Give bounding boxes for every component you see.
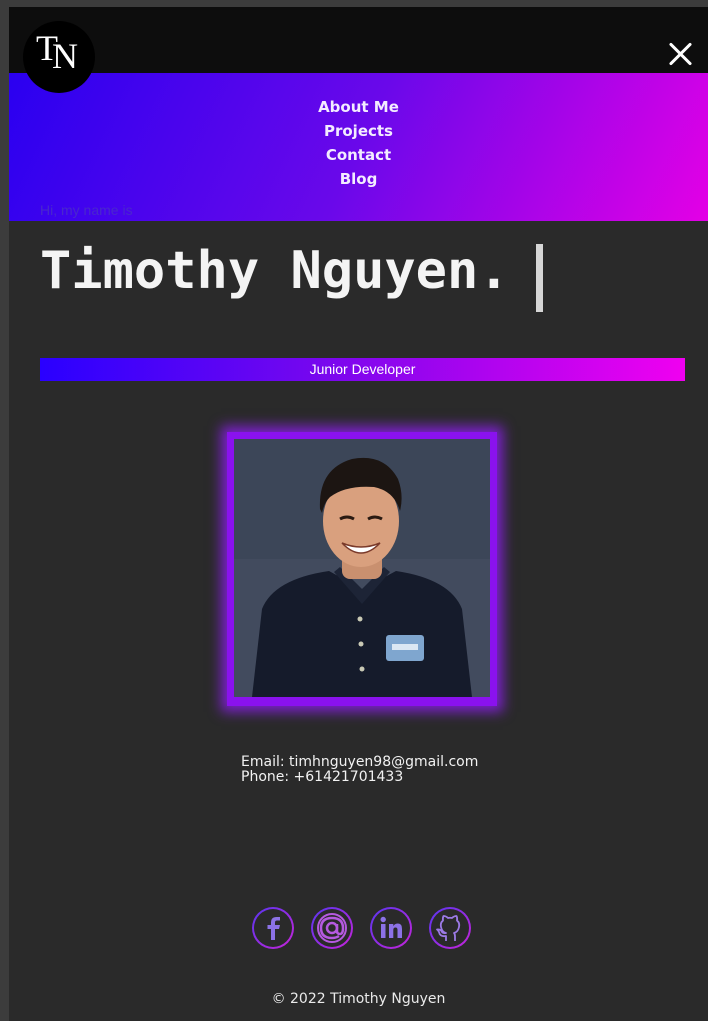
top-bar xyxy=(9,7,708,73)
page-frame: T N About Me Projects Contact Blog Hi, m… xyxy=(9,7,708,1021)
footer-copyright: © 2022 Timothy Nguyen xyxy=(271,991,446,1007)
close-icon[interactable] xyxy=(668,41,694,67)
nav-link-projects[interactable]: Projects xyxy=(324,122,393,140)
typing-cursor xyxy=(536,244,543,312)
email-link[interactable] xyxy=(311,907,353,949)
nav-link-contact[interactable]: Contact xyxy=(326,146,391,164)
greeting-text: Hi, my name is xyxy=(40,202,133,218)
profile-photo xyxy=(234,439,490,697)
profile-photo-frame xyxy=(227,432,497,706)
social-links xyxy=(252,907,482,953)
nav-link-blog[interactable]: Blog xyxy=(340,170,378,188)
github-link[interactable] xyxy=(429,907,471,949)
logo-letter-n: N xyxy=(52,36,78,76)
nav-item-projects: Projects xyxy=(9,122,708,146)
contact-email[interactable]: Email: timhnguyen98@gmail.com xyxy=(241,754,478,770)
hero-name: Timothy Nguyen. xyxy=(40,241,510,301)
email-at-icon xyxy=(317,913,347,943)
site-logo[interactable]: T N xyxy=(23,21,95,93)
linkedin-icon xyxy=(380,916,402,938)
role-banner: Junior Developer xyxy=(40,358,685,381)
facebook-icon xyxy=(267,917,280,940)
nav-item-contact: Contact xyxy=(9,146,708,170)
nav-item-blog: Blog xyxy=(9,170,708,194)
facebook-link[interactable] xyxy=(252,907,294,949)
nav-link-about[interactable]: About Me xyxy=(318,98,399,116)
profile-photo-illustration xyxy=(234,439,490,697)
nav-menu: About Me Projects Contact Blog xyxy=(9,73,708,221)
contact-phone[interactable]: Phone: +61421701433 xyxy=(241,769,403,785)
nav-item-about: About Me xyxy=(9,98,708,122)
github-icon xyxy=(436,915,461,941)
linkedin-link[interactable] xyxy=(370,907,412,949)
